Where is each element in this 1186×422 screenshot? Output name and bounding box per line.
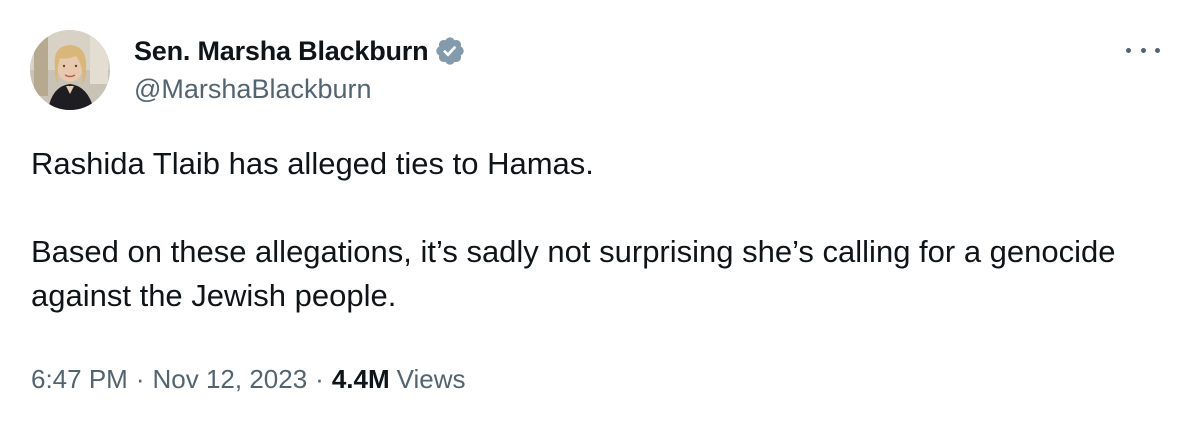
author-block: Sen. Marsha Blackburn @MarshaBlackburn (134, 34, 466, 105)
tweet-text: Rashida Tlaib has alleged ties to Hamas.… (31, 142, 1151, 318)
meta-separator: · (135, 364, 145, 394)
verified-badge-icon[interactable] (434, 35, 466, 67)
more-horizontal-icon-dot (1155, 47, 1160, 53)
views-count[interactable]: 4.4M (332, 364, 390, 395)
more-horizontal-icon-dot (1140, 47, 1146, 53)
more-horizontal-icon (1126, 47, 1131, 53)
tweet-meta: 6:47 PM · Nov 12, 2023 · 4.4M Views (31, 364, 466, 395)
views-label[interactable]: Views (397, 364, 466, 395)
tweet-date[interactable]: Nov 12, 2023 (153, 364, 308, 395)
tweet-paragraph: Based on these allegations, it’s sadly n… (31, 234, 1116, 313)
tweet-paragraph: Rashida Tlaib has alleged ties to Hamas. (31, 146, 594, 181)
author-name-row: Sen. Marsha Blackburn (134, 34, 466, 68)
meta-separator: · (315, 364, 324, 394)
author-handle[interactable]: @MarshaBlackburn (134, 74, 466, 105)
more-options-button[interactable] (1126, 38, 1160, 62)
tweet-card: Sen. Marsha Blackburn @MarshaBlackburn R… (0, 0, 1186, 422)
tweet-time[interactable]: 6:47 PM (31, 364, 128, 395)
profile-photo-icon (30, 30, 110, 110)
author-display-name[interactable]: Sen. Marsha Blackburn (134, 36, 429, 67)
author-avatar[interactable] (30, 30, 110, 110)
